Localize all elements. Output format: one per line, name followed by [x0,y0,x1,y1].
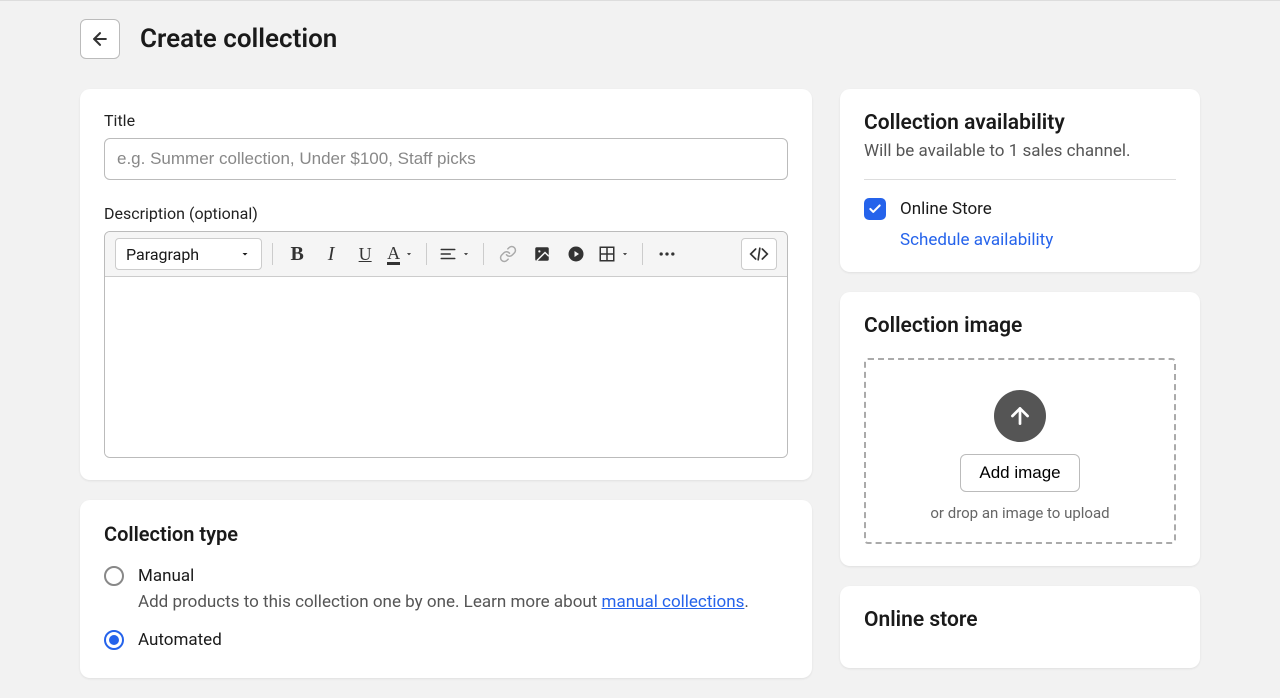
collection-image-heading: Collection image [864,314,1176,338]
title-description-card: Title Description (optional) Paragraph B [80,89,812,480]
radio-automated[interactable] [104,630,124,650]
manual-collections-link[interactable]: manual collections [602,592,745,612]
rte-html-button[interactable] [741,238,777,270]
collection-type-heading: Collection type [104,522,788,546]
title-input[interactable] [104,138,788,180]
image-dropzone[interactable]: Add image or drop an image to upload [864,358,1176,544]
drop-image-text: or drop an image to upload [930,504,1109,522]
availability-subtext: Will be available to 1 sales channel. [864,141,1176,161]
rich-text-editor: Paragraph B I U A [104,231,788,458]
channel-online-store-label: Online Store [900,199,992,219]
online-store-card: Online store [840,586,1200,668]
rte-bold-button[interactable]: B [283,240,311,268]
rte-text-color-button[interactable]: A [385,240,416,268]
rte-toolbar: Paragraph B I U A [105,232,787,277]
description-label: Description (optional) [104,204,788,223]
collection-image-card: Collection image Add image or drop an im… [840,292,1200,566]
chevron-down-icon [239,248,251,260]
rte-link-button[interactable] [494,240,522,268]
link-icon [499,245,517,263]
availability-card: Collection availability Will be availabl… [840,89,1200,272]
page-title: Create collection [140,24,337,54]
radio-manual[interactable] [104,566,124,586]
rte-format-select[interactable]: Paragraph [115,238,262,270]
upload-icon [994,390,1046,442]
title-label: Title [104,111,788,130]
arrow-left-icon [90,29,110,49]
schedule-availability-link[interactable]: Schedule availability [900,230,1176,250]
chevron-down-icon [620,249,630,259]
rte-video-button[interactable] [562,240,590,268]
chevron-down-icon [461,249,471,259]
online-store-heading: Online store [864,608,1176,632]
play-circle-icon [567,245,585,263]
online-store-checkbox[interactable] [864,198,886,220]
add-image-button[interactable]: Add image [960,454,1079,492]
table-icon [598,245,616,263]
rte-more-button[interactable] [653,240,681,268]
rte-table-button[interactable] [596,240,632,268]
rte-align-button[interactable] [437,240,473,268]
align-left-icon [439,245,457,263]
rte-italic-button[interactable]: I [317,240,345,268]
availability-heading: Collection availability [864,111,1176,135]
dots-horizontal-icon [657,244,677,264]
radio-automated-label: Automated [138,630,222,650]
rte-image-button[interactable] [528,240,556,268]
radio-manual-label: Manual [138,566,194,586]
code-icon [749,244,769,264]
rte-content-area[interactable] [105,277,787,457]
chevron-down-icon [404,249,414,259]
collection-type-card: Collection type Manual Add products to t… [80,500,812,678]
back-button[interactable] [80,19,120,59]
image-icon [533,245,551,263]
rte-underline-button[interactable]: U [351,240,379,268]
check-icon [868,202,882,216]
radio-manual-description: Add products to this collection one by o… [138,592,788,612]
arrow-up-icon [1007,403,1033,429]
